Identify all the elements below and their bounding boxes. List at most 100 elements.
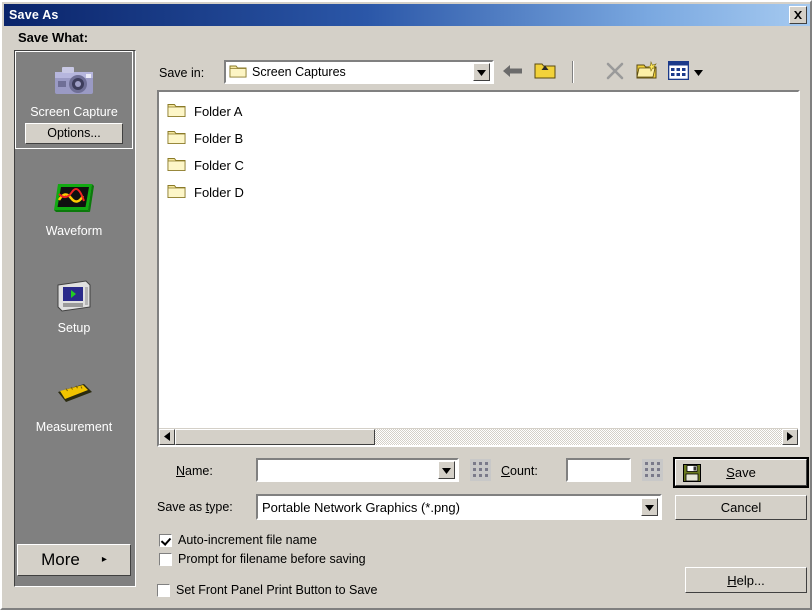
save-button[interactable]: Save (673, 457, 809, 488)
views-button[interactable] (665, 60, 691, 84)
views-grid-icon (667, 60, 689, 83)
keypad-grid-icon (642, 459, 663, 484)
list-item-label: Folder B (194, 131, 244, 146)
count-field-wrap[interactable] (566, 458, 631, 482)
up-folder-icon (534, 61, 556, 83)
count-keypad-button[interactable] (642, 459, 663, 481)
scroll-right-button[interactable] (782, 429, 798, 445)
options-button-label: Options... (47, 126, 101, 140)
folder-icon (167, 183, 186, 202)
help-button[interactable]: Help... (685, 567, 807, 593)
save-as-type-dropdown-button[interactable] (641, 498, 658, 516)
delete-button[interactable] (602, 60, 628, 84)
chevron-right-icon: ▸ (101, 554, 107, 565)
checkbox-box[interactable] (159, 552, 172, 566)
type-label-rest: ype: (209, 500, 233, 514)
checkbox-auto-increment[interactable]: Auto-increment file name (159, 533, 317, 547)
camera-icon (16, 58, 132, 104)
list-item-label: Folder D (194, 185, 244, 200)
chevron-down-icon (645, 500, 654, 514)
horizontal-scrollbar[interactable] (159, 428, 798, 445)
name-combo[interactable] (256, 458, 459, 482)
waveform-screen-icon (15, 177, 133, 223)
triangle-right-icon (787, 430, 793, 444)
delete-x-icon (605, 61, 625, 84)
save-in-label-text: Save in: (159, 66, 205, 80)
name-label-text: N (176, 464, 186, 478)
help-button-label: Help... (727, 572, 765, 588)
save-in-dropdown-button[interactable] (473, 63, 490, 81)
triangle-left-icon (164, 430, 170, 444)
checkbox-front-panel-print[interactable]: Set Front Panel Print Button to Save (157, 583, 378, 597)
checkbox-label: Set Front Panel Print Button to Save (176, 583, 378, 597)
back-arrow-icon (502, 62, 524, 83)
floppy-disk-icon (683, 464, 701, 485)
name-label-rest: ame: (185, 464, 213, 478)
sidebar-item-label: Measurement (35, 420, 113, 434)
options-button[interactable]: Options... (25, 123, 123, 144)
save-as-type-label: Save as type: (157, 500, 233, 514)
sidebar-item-measurement[interactable]: Measurement (15, 367, 133, 434)
sidebar-item-waveform[interactable]: Waveform (15, 171, 133, 238)
count-input[interactable] (568, 460, 629, 480)
new-folder-button[interactable] (634, 60, 660, 84)
checkbox-prompt-filename[interactable]: Prompt for filename before saving (159, 552, 366, 566)
chevron-down-icon (442, 463, 451, 477)
type-label-pre: Save as (157, 500, 206, 514)
window-title: Save As (9, 8, 59, 22)
save-in-label: Save in: (159, 66, 204, 80)
cancel-button[interactable]: Cancel (675, 495, 807, 520)
chevron-down-icon (693, 65, 703, 79)
list-item-label: Folder A (194, 104, 243, 119)
count-label-text: C (501, 464, 511, 478)
save-as-type-value: Portable Network Graphics (*.png) (262, 499, 460, 515)
checkbox-box[interactable] (157, 583, 170, 597)
save-what-heading: Save What: (18, 30, 89, 45)
save-as-type-combo[interactable]: Portable Network Graphics (*.png) (256, 494, 662, 520)
instrument-setup-icon (15, 274, 133, 320)
sidebar-item-screen-capture[interactable]: Screen Capture Options... (15, 51, 133, 149)
new-folder-icon (636, 60, 658, 83)
more-button[interactable]: More ▸ (17, 544, 131, 576)
save-as-dialog: Save As Save What: Screen Capture Option… (0, 0, 812, 610)
name-dropdown-button[interactable] (438, 461, 455, 479)
file-list[interactable]: Folder A Folder B Folder C Folder D (157, 90, 800, 447)
checkbox-label: Prompt for filename before saving (178, 552, 366, 566)
up-one-level-button[interactable] (532, 60, 558, 84)
list-item[interactable]: Folder B (159, 125, 798, 152)
list-item[interactable]: Folder C (159, 152, 798, 179)
list-item[interactable]: Folder A (159, 98, 798, 125)
checkbox-box[interactable] (159, 533, 172, 547)
list-item[interactable]: Folder D (159, 179, 798, 206)
titlebar: Save As (4, 4, 810, 26)
sidebar-item-setup[interactable]: Setup (15, 268, 133, 335)
folder-icon (167, 129, 186, 148)
more-button-label: More (41, 550, 80, 569)
scroll-thumb[interactable] (175, 429, 375, 445)
ruler-icon (15, 373, 133, 419)
close-button[interactable] (789, 6, 807, 24)
folder-icon (167, 102, 186, 121)
sidebar-item-label: Waveform (45, 224, 103, 238)
name-keypad-button[interactable] (470, 459, 491, 481)
count-label-rest: ount: (510, 464, 538, 478)
toolbar-separator (572, 61, 574, 83)
name-input[interactable] (258, 460, 438, 480)
list-item-label: Folder C (194, 158, 244, 173)
chevron-down-icon (477, 65, 486, 79)
checkbox-label: Auto-increment file name (178, 533, 317, 547)
sidebar-item-label: Setup (57, 321, 91, 335)
folder-icon (229, 63, 247, 81)
save-what-panel: Screen Capture Options... Waveform Setup… (14, 50, 136, 587)
save-in-value: Screen Captures (252, 65, 346, 79)
folder-icon (167, 156, 186, 175)
scroll-left-button[interactable] (159, 429, 175, 445)
views-dropdown-button[interactable] (690, 60, 706, 84)
save-in-combo[interactable]: Screen Captures (224, 60, 494, 84)
cancel-button-label: Cancel (720, 500, 762, 515)
back-button[interactable] (500, 60, 526, 84)
count-label: Count: (501, 464, 538, 478)
keypad-grid-icon (470, 459, 491, 484)
name-label: Name: (176, 464, 213, 478)
save-button-label: Save (726, 465, 756, 480)
